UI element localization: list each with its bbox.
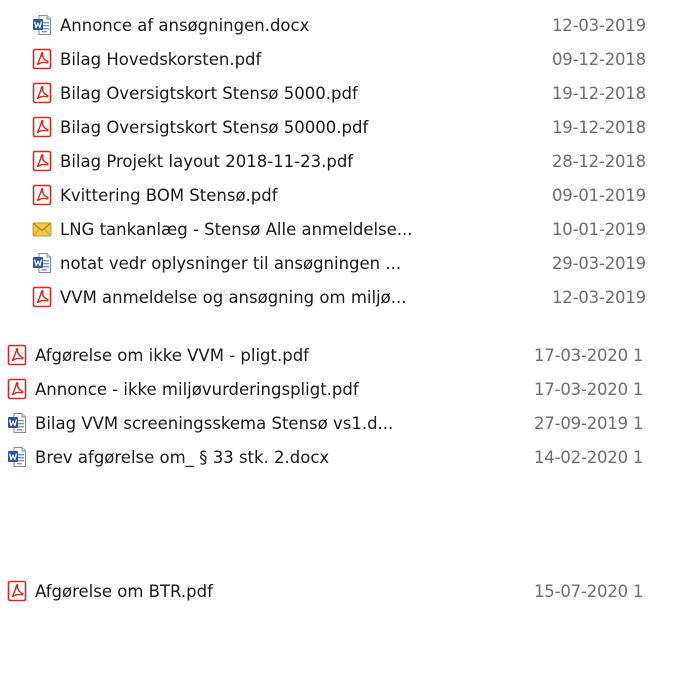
file-name: Afgørelse om ikke VVM - pligt.pdf: [35, 345, 309, 365]
file-name: Kvittering BOM Stensø.pdf: [60, 185, 278, 205]
file-name: Afgørelse om BTR.pdf: [35, 581, 213, 601]
file-row[interactable]: Annonce af ansøgningen.docx 12-03-2019: [32, 8, 674, 42]
pdf-icon: [32, 116, 52, 138]
pdf-icon: [32, 48, 52, 70]
file-date: 09-01-2019: [552, 185, 646, 205]
file-name: Bilag Hovedskorsten.pdf: [60, 49, 262, 69]
file-date: 09-12-2018: [552, 49, 646, 69]
file-date: 19-12-2018: [552, 117, 646, 137]
word-icon: [32, 252, 52, 274]
file-row[interactable]: Bilag VVM screeningsskema Stensø vs1.d..…: [7, 406, 674, 440]
file-name: Bilag Oversigtskort Stensø 5000.pdf: [60, 83, 358, 103]
file-name: VVM anmeldelse og ansøgning om miljø...: [60, 287, 407, 307]
file-name: Bilag Oversigtskort Stensø 50000.pdf: [60, 117, 369, 137]
file-row[interactable]: Bilag Projekt layout 2018-11-23.pdf 28-1…: [32, 144, 674, 178]
file-row[interactable]: Bilag Oversigtskort Stensø 50000.pdf 19-…: [32, 110, 674, 144]
file-name: Annonce - ikke miljøvurderingspligt.pdf: [35, 379, 359, 399]
mail-icon: [32, 218, 52, 240]
file-date: 10-01-2019: [552, 219, 646, 239]
file-row[interactable]: Afgørelse om ikke VVM - pligt.pdf 17-03-…: [7, 338, 674, 372]
file-date: 12-03-2019: [552, 287, 646, 307]
file-date: 12-03-2019: [552, 15, 646, 35]
file-name: Bilag Projekt layout 2018-11-23.pdf: [60, 151, 354, 171]
word-icon: [7, 412, 27, 434]
pdf-icon: [32, 286, 52, 308]
file-row[interactable]: notat vedr oplysninger til ansøgningen .…: [32, 246, 674, 280]
file-date: 14-02-2020 1: [534, 447, 644, 467]
file-row[interactable]: VVM anmeldelse og ansøgning om miljø... …: [32, 280, 674, 314]
file-date: 17-03-2020 1: [534, 345, 644, 365]
pdf-icon: [7, 344, 27, 366]
pdf-icon: [32, 184, 52, 206]
file-list: Annonce af ansøgningen.docx 12-03-2019 B…: [0, 0, 674, 674]
file-name: notat vedr oplysninger til ansøgningen .…: [60, 253, 402, 273]
file-row[interactable]: Brev afgørelse om_ § 33 stk. 2.docx 14-0…: [7, 440, 674, 474]
file-date: 19-12-2018: [552, 83, 646, 103]
file-date: 17-03-2020 1: [534, 379, 644, 399]
pdf-icon: [7, 378, 27, 400]
file-name: Annonce af ansøgningen.docx: [60, 15, 310, 35]
file-row[interactable]: Kvittering BOM Stensø.pdf 09-01-2019: [32, 178, 674, 212]
file-name: LNG tankanlæg - Stensø Alle anmeldelse..…: [60, 219, 413, 239]
file-row[interactable]: LNG tankanlæg - Stensø Alle anmeldelse..…: [32, 212, 674, 246]
word-icon: [7, 446, 27, 468]
file-name: Bilag VVM screeningsskema Stensø vs1.d..…: [35, 413, 394, 433]
file-date: 28-12-2018: [552, 151, 646, 171]
file-row[interactable]: Afgørelse om BTR.pdf 15-07-2020 1: [7, 574, 674, 608]
file-date: 27-09-2019 1: [534, 413, 644, 433]
file-row[interactable]: Bilag Oversigtskort Stensø 5000.pdf 19-1…: [32, 76, 674, 110]
pdf-icon: [7, 580, 27, 602]
file-row[interactable]: Bilag Hovedskorsten.pdf 09-12-2018: [32, 42, 674, 76]
file-row[interactable]: Annonce - ikke miljøvurderingspligt.pdf …: [7, 372, 674, 406]
pdf-icon: [32, 82, 52, 104]
file-name: Brev afgørelse om_ § 33 stk. 2.docx: [35, 447, 330, 467]
word-icon: [32, 14, 52, 36]
file-date: 29-03-2019: [552, 253, 646, 273]
file-date: 15-07-2020 1: [534, 581, 644, 601]
pdf-icon: [32, 150, 52, 172]
